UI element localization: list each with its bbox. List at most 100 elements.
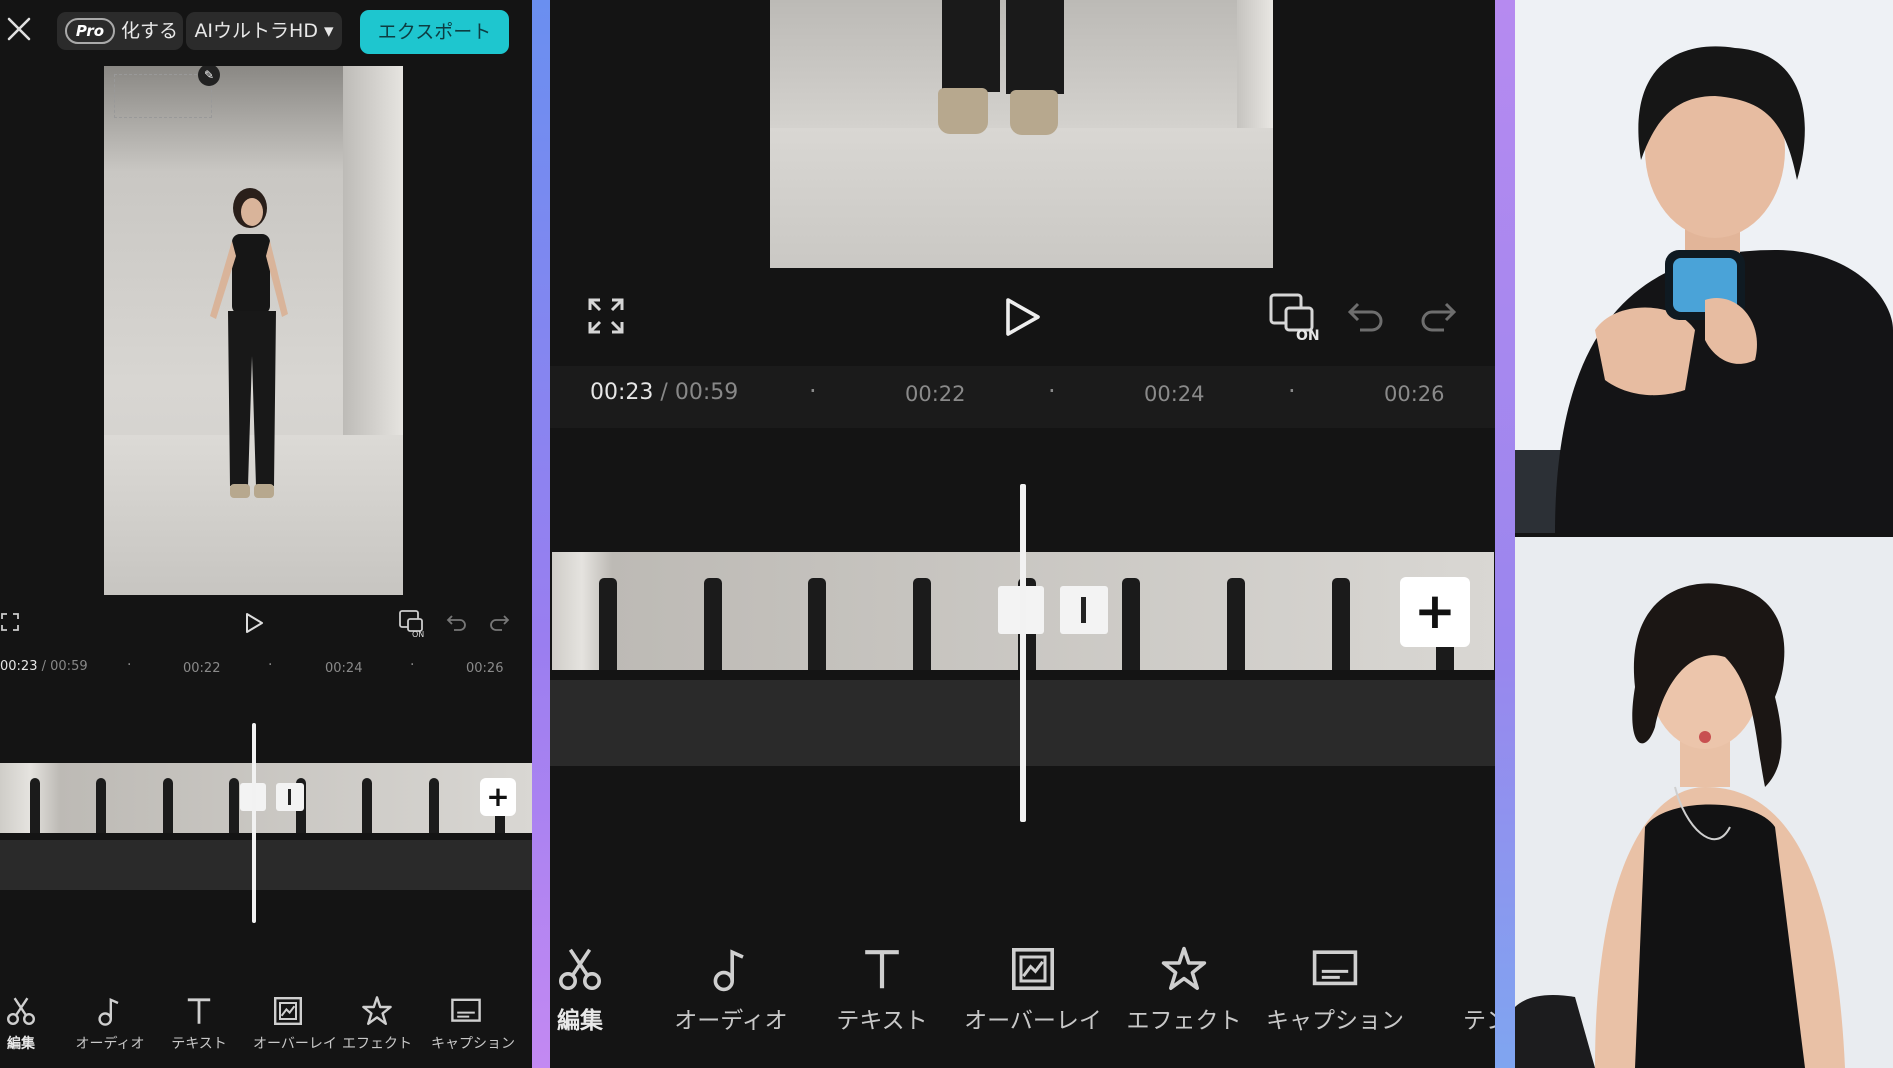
man-with-phone-image: [1515, 0, 1893, 533]
tool-label: オーバーレイ: [964, 1008, 1102, 1034]
fullscreen-icon[interactable]: [586, 296, 626, 336]
watermark-box[interactable]: [114, 74, 212, 118]
scissors-icon: [559, 948, 601, 990]
pants-right-leg: [1006, 0, 1064, 94]
ruler-tick-label: 00:22: [905, 382, 966, 406]
text-icon: [865, 950, 899, 989]
camera-feed-woman: [1515, 537, 1893, 1068]
tool-scissors[interactable]: 編集: [550, 945, 660, 1035]
sandal-right: [1010, 90, 1058, 135]
transition-handle[interactable]: [276, 783, 304, 811]
clip-thumbnail-figure: [1122, 577, 1141, 670]
audio-lane[interactable]: [0, 840, 532, 890]
music-note-icon: [713, 949, 744, 992]
effect-star-icon: [1161, 946, 1207, 990]
tool-template[interactable]: テン: [1406, 945, 1495, 1035]
pip-on-text: ON: [412, 630, 424, 639]
ruler-tick-label: 00:22: [183, 661, 221, 676]
ruler-dot: ·: [127, 657, 132, 673]
pants-left-leg: [942, 0, 1000, 92]
export-button[interactable]: エクスポート: [360, 10, 509, 54]
tool-label: エフェクト: [1126, 1008, 1242, 1034]
current-time: 00:23: [590, 380, 654, 405]
video-clip-strip[interactable]: [0, 763, 532, 833]
tool-scissors[interactable]: 編集: [0, 995, 56, 1053]
clip-thumbnail-figure: [1227, 577, 1246, 670]
timecode: 00:23 / 00:59: [0, 659, 88, 674]
clip-thumbnail-figure: [599, 577, 618, 670]
add-clip-button[interactable]: +: [480, 778, 516, 816]
playhead[interactable]: [1020, 484, 1026, 822]
quality-select[interactable]: AIウルトラHD ▾: [186, 12, 342, 50]
camera-feed-man: [1515, 0, 1893, 533]
undo-icon[interactable]: [446, 612, 468, 632]
edit-watermark-icon[interactable]: ✎: [198, 66, 220, 86]
sandal-left: [938, 88, 988, 134]
clip-thumbnail-figure: [162, 778, 173, 833]
center-phone-screen: ON 00:23 / 00:59 · 00:22 · 00:24 · 00:26…: [550, 0, 1495, 1068]
tool-label: オーディオ: [75, 1036, 145, 1052]
ruler-dot: ·: [809, 377, 817, 405]
clip-thumbnail-figure: [96, 778, 107, 833]
ruler-dot: ·: [410, 657, 415, 673]
tool-label: オーディオ: [674, 1008, 788, 1034]
clip-thumbnail-figure: [362, 778, 373, 833]
close-icon[interactable]: [4, 14, 34, 44]
pro-upgrade-button[interactable]: Pro 化する: [57, 12, 183, 50]
caption-icon: [451, 998, 481, 1022]
tool-label: テキスト: [836, 1008, 928, 1034]
tool-label: 編集: [557, 1008, 603, 1034]
play-icon[interactable]: [244, 612, 264, 634]
fullscreen-icon[interactable]: [0, 612, 20, 632]
clip-thumbnail-figure: [703, 577, 722, 670]
ruler-dot: ·: [268, 657, 273, 673]
undo-icon[interactable]: [1346, 298, 1386, 334]
tool-overlay[interactable]: オーバーレイ: [253, 995, 337, 1053]
caption-icon: [1312, 950, 1358, 986]
time-separator: /: [660, 380, 668, 405]
tool-caption[interactable]: キャプション: [1255, 945, 1415, 1035]
tool-label: テキスト: [171, 1036, 227, 1052]
effect-star-icon: [362, 996, 392, 1025]
tool-label: テン: [1463, 1008, 1495, 1034]
left-phone-screen: Pro 化する AIウルトラHD ▾ エクスポート ✎ ON 00:23 / 0…: [0, 0, 532, 1068]
screen-composite: Pro 化する AIウルトラHD ▾ エクスポート ✎ ON 00:23 / 0…: [0, 0, 1893, 1068]
pip-toggle-icon[interactable]: ON: [1268, 292, 1324, 342]
redo-icon[interactable]: [488, 612, 510, 632]
tool-label: 編集: [7, 1036, 35, 1052]
clip-thumbnail-figure: [29, 778, 40, 833]
time-separator: /: [41, 659, 46, 674]
transition-handle[interactable]: [1060, 586, 1108, 634]
timecode: 00:23 / 00:59: [590, 380, 738, 405]
playhead[interactable]: [252, 723, 256, 923]
pip-toggle-icon[interactable]: ON: [398, 609, 430, 639]
tool-text[interactable]: テキスト: [802, 945, 962, 1035]
clip-thumbnail-figure: [913, 577, 932, 670]
clip-thumbnail-figure: [1331, 577, 1350, 670]
music-note-icon: [98, 997, 119, 1026]
tool-text[interactable]: テキスト: [164, 995, 234, 1053]
redo-icon[interactable]: [1418, 298, 1458, 334]
play-icon[interactable]: [1002, 296, 1042, 338]
tool-overlay[interactable]: オーバーレイ: [953, 945, 1113, 1035]
tool-music-note[interactable]: オーディオ: [75, 995, 145, 1053]
overlay-icon: [1012, 948, 1054, 990]
tool-label: エフェクト: [342, 1036, 412, 1052]
ruler-tick-label: 00:26: [1384, 382, 1445, 406]
woman-seated-image: [1515, 537, 1893, 1068]
total-time: 00:59: [50, 659, 88, 674]
tool-template[interactable]: テン: [520, 995, 532, 1053]
right-frame-border: [1495, 0, 1515, 1068]
tool-effect-star[interactable]: エフェクト: [1104, 945, 1264, 1035]
tool-music-note[interactable]: オーディオ: [651, 945, 811, 1035]
current-time: 00:23: [0, 659, 38, 674]
tool-effect-star[interactable]: エフェクト: [342, 995, 412, 1053]
add-clip-button[interactable]: +: [1400, 577, 1470, 647]
video-preview: ✎: [104, 66, 403, 595]
ruler-tick-label: 00:26: [466, 661, 504, 676]
clip-thumbnail-figure: [428, 778, 439, 833]
person-figure: [210, 188, 288, 498]
tool-caption[interactable]: キャプション: [431, 995, 515, 1053]
ruler-tick-label: 00:24: [1144, 382, 1205, 406]
total-time: 00:59: [674, 380, 739, 405]
